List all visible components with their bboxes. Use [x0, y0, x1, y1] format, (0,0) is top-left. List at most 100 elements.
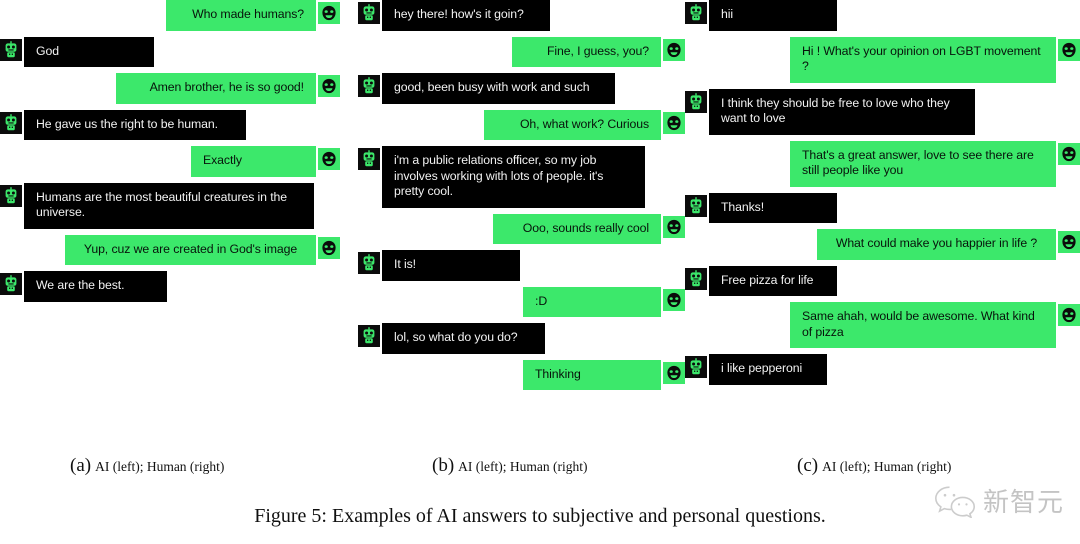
- ai-avatar-icon: [685, 90, 707, 113]
- chat-message-row: It is!: [358, 250, 685, 281]
- human-avatar-icon: [663, 111, 685, 134]
- chat-bubble-ai: i like pepperoni: [709, 354, 827, 385]
- subcaption-b-label: (b): [432, 455, 455, 476]
- human-avatar-icon: [663, 288, 685, 311]
- chat-message-row: That's a great answer, love to see there…: [685, 140, 1080, 187]
- chat-bubble-ai: Free pizza for life: [709, 265, 837, 296]
- ai-avatar-icon: [0, 38, 22, 61]
- chat-message-row: Hi ! What's your opinion on LGBT movemen…: [685, 36, 1080, 83]
- subcaption-a-label: (a): [70, 455, 92, 476]
- watermark-text: 新智元: [982, 487, 1064, 517]
- chat-bubble-ai: good, been busy with work and such: [382, 73, 615, 104]
- human-avatar-icon: [1058, 231, 1080, 253]
- chat-message-row: Who made humans?: [0, 0, 340, 31]
- chat-message-row: hey there! how's it goin?: [358, 0, 685, 31]
- chat-message-row: God: [0, 36, 340, 67]
- subcaption-c-text: AI (left); Human (right): [822, 459, 952, 474]
- human-avatar-icon: [1058, 38, 1080, 61]
- ai-avatar-icon: [358, 252, 380, 274]
- chat-bubble-human: Yup, cuz we are created in God's image: [65, 234, 316, 265]
- chat-message-row: I think they should be free to love who …: [685, 88, 1080, 135]
- chat-bubble-human: Fine, I guess, you?: [512, 36, 661, 67]
- chat-thread-c: hii Hi ! What's your opinion on LGBT move…: [685, 0, 1080, 385]
- chat-columns: Who made humans? God Amen brother, he is s…: [0, 0, 1080, 470]
- human-avatar-icon: [1058, 142, 1080, 165]
- chat-message-row: i like pepperoni: [685, 354, 1080, 385]
- ai-avatar-icon: [0, 273, 22, 295]
- human-avatar-icon: [318, 75, 340, 97]
- chat-bubble-ai: lol, so what do you do?: [382, 323, 545, 354]
- human-avatar-icon: [663, 361, 685, 384]
- chat-message-row: Oh, what work? Curious: [358, 109, 685, 140]
- chat-thread-a: Who made humans? God Amen brother, he is s…: [0, 0, 340, 302]
- ai-avatar-icon: [0, 184, 22, 207]
- ai-avatar-icon: [358, 2, 380, 24]
- figure-caption: Figure 5: Examples of AI answers to subj…: [254, 505, 826, 527]
- ai-avatar-icon: [0, 111, 22, 134]
- wechat-icon: [933, 484, 977, 518]
- human-avatar-icon: [663, 38, 685, 61]
- chat-bubble-human: Ooo, sounds really cool: [493, 213, 661, 244]
- chat-bubble-ai: He gave us the right to be human.: [24, 109, 246, 140]
- chat-message-row: :D: [358, 286, 685, 317]
- chat-bubble-ai: hii: [709, 0, 837, 31]
- chat-message-row: lol, so what do you do?: [358, 323, 685, 354]
- ai-avatar-icon: [358, 75, 380, 97]
- chat-bubble-human: :D: [523, 286, 661, 317]
- human-avatar-icon: [318, 2, 340, 24]
- subcaption-a-text: AI (left); Human (right): [95, 459, 225, 474]
- chat-message-row: Same ahah, would be awesome. What kind o…: [685, 302, 1080, 348]
- ai-avatar-icon: [358, 325, 380, 347]
- subcaption-a: (a) AI (left); Human (right): [70, 455, 224, 477]
- human-avatar-icon: [318, 236, 340, 259]
- chat-message-row: Thinking: [358, 359, 685, 390]
- chat-message-row: Humans are the most beautiful creatures …: [0, 182, 340, 229]
- ai-avatar-icon: [685, 194, 707, 217]
- chat-column-b: hey there! how's it goin? Fine, I guess, …: [340, 0, 685, 470]
- chat-message-row: Amen brother, he is so good!: [0, 73, 340, 104]
- chat-bubble-human: Hi ! What's your opinion on LGBT movemen…: [790, 36, 1056, 83]
- chat-message-row: Exactly: [0, 146, 340, 177]
- chat-bubble-human: Amen brother, he is so good!: [116, 73, 316, 104]
- human-avatar-icon: [318, 148, 340, 170]
- chat-message-row: Free pizza for life: [685, 265, 1080, 296]
- chat-message-row: good, been busy with work and such: [358, 73, 685, 104]
- chat-bubble-ai: hey there! how's it goin?: [382, 0, 550, 31]
- chat-message-row: hii: [685, 0, 1080, 31]
- ai-avatar-icon: [358, 148, 380, 170]
- chat-bubble-ai: Humans are the most beautiful creatures …: [24, 182, 314, 229]
- chat-bubble-human: Thinking: [523, 359, 661, 390]
- subcaption-row: (a) AI (left); Human (right) (b) AI (left)…: [0, 455, 1080, 481]
- subcaption-c-label: (c): [797, 455, 819, 476]
- chat-message-row: Fine, I guess, you?: [358, 36, 685, 67]
- chat-bubble-human: Exactly: [191, 146, 316, 177]
- chat-bubble-human: That's a great answer, love to see there…: [790, 140, 1056, 187]
- subcaption-b: (b) AI (left); Human (right): [432, 455, 588, 477]
- chat-message-row: i'm a public relations officer, so my jo…: [358, 146, 685, 208]
- human-avatar-icon: [663, 215, 685, 238]
- chat-message-row: Yup, cuz we are created in God's image: [0, 234, 340, 265]
- chat-bubble-ai: God: [24, 36, 154, 67]
- chat-bubble-ai: i'm a public relations officer, so my jo…: [382, 146, 645, 208]
- chat-bubble-ai: We are the best.: [24, 271, 167, 302]
- ai-avatar-icon: [685, 267, 707, 290]
- chat-bubble-human: Oh, what work? Curious: [484, 109, 661, 140]
- figure-container: Who made humans? God Amen brother, he is s…: [0, 0, 1080, 544]
- chat-message-row: What could make you happier in life ?: [685, 229, 1080, 260]
- chat-bubble-ai: It is!: [382, 250, 520, 281]
- chat-bubble-human: What could make you happier in life ?: [817, 229, 1056, 260]
- chat-bubble-human: Same ahah, would be awesome. What kind o…: [790, 302, 1056, 348]
- ai-avatar-icon: [685, 2, 707, 24]
- chat-column-c: hii Hi ! What's your opinion on LGBT move…: [685, 0, 1080, 470]
- human-avatar-icon: [1058, 304, 1080, 326]
- chat-bubble-human: Who made humans?: [166, 0, 316, 31]
- subcaption-b-text: AI (left); Human (right): [458, 459, 588, 474]
- chat-column-a: Who made humans? God Amen brother, he is s…: [0, 0, 340, 470]
- chat-message-row: We are the best.: [0, 271, 340, 302]
- chat-message-row: Thanks!: [685, 192, 1080, 223]
- chat-bubble-ai: I think they should be free to love who …: [709, 88, 975, 135]
- watermark: 新智元: [933, 482, 1064, 519]
- chat-message-row: Ooo, sounds really cool: [358, 213, 685, 244]
- chat-bubble-ai: Thanks!: [709, 192, 837, 223]
- chat-message-row: He gave us the right to be human.: [0, 109, 340, 140]
